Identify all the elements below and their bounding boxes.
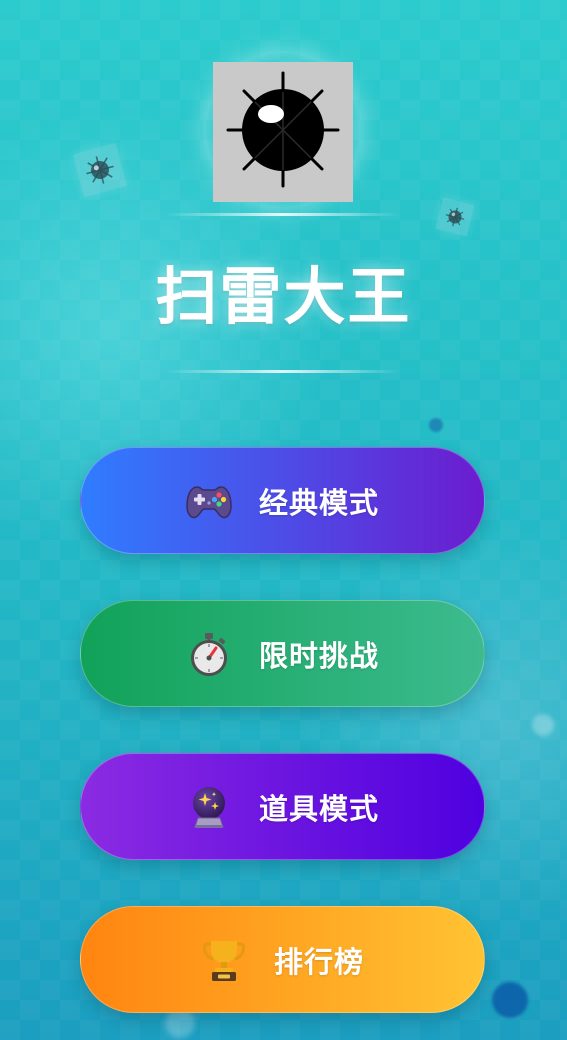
divider-bottom <box>165 370 400 373</box>
classic-mode-button[interactable]: 经典模式 <box>80 447 485 554</box>
divider-top <box>165 213 400 216</box>
bokeh-dot <box>492 982 528 1018</box>
classic-mode-label: 经典模式 <box>258 487 379 520</box>
game-title: 扫雷大王 <box>155 263 412 332</box>
mine-icon <box>86 156 114 184</box>
trophy-icon <box>201 938 247 982</box>
mine-icon <box>226 71 340 188</box>
decor-mine-tile <box>435 197 475 237</box>
time-challenge-label: 限时挑战 <box>258 640 379 673</box>
leaderboard-button[interactable]: 排行榜 <box>80 906 485 1013</box>
time-challenge-button[interactable]: 限时挑战 <box>80 600 485 707</box>
stopwatch-icon <box>186 632 232 676</box>
bokeh-dot <box>429 418 443 432</box>
crystal-ball-icon <box>186 785 232 829</box>
gamepad-icon <box>186 479 232 523</box>
item-mode-label: 道具模式 <box>258 793 379 826</box>
game-logo <box>213 62 353 202</box>
leaderboard-label: 排行榜 <box>273 946 364 979</box>
item-mode-button[interactable]: 道具模式 <box>80 753 485 860</box>
decor-mine-tile <box>73 143 127 197</box>
mine-icon <box>445 207 465 227</box>
bokeh-dot <box>532 714 554 736</box>
